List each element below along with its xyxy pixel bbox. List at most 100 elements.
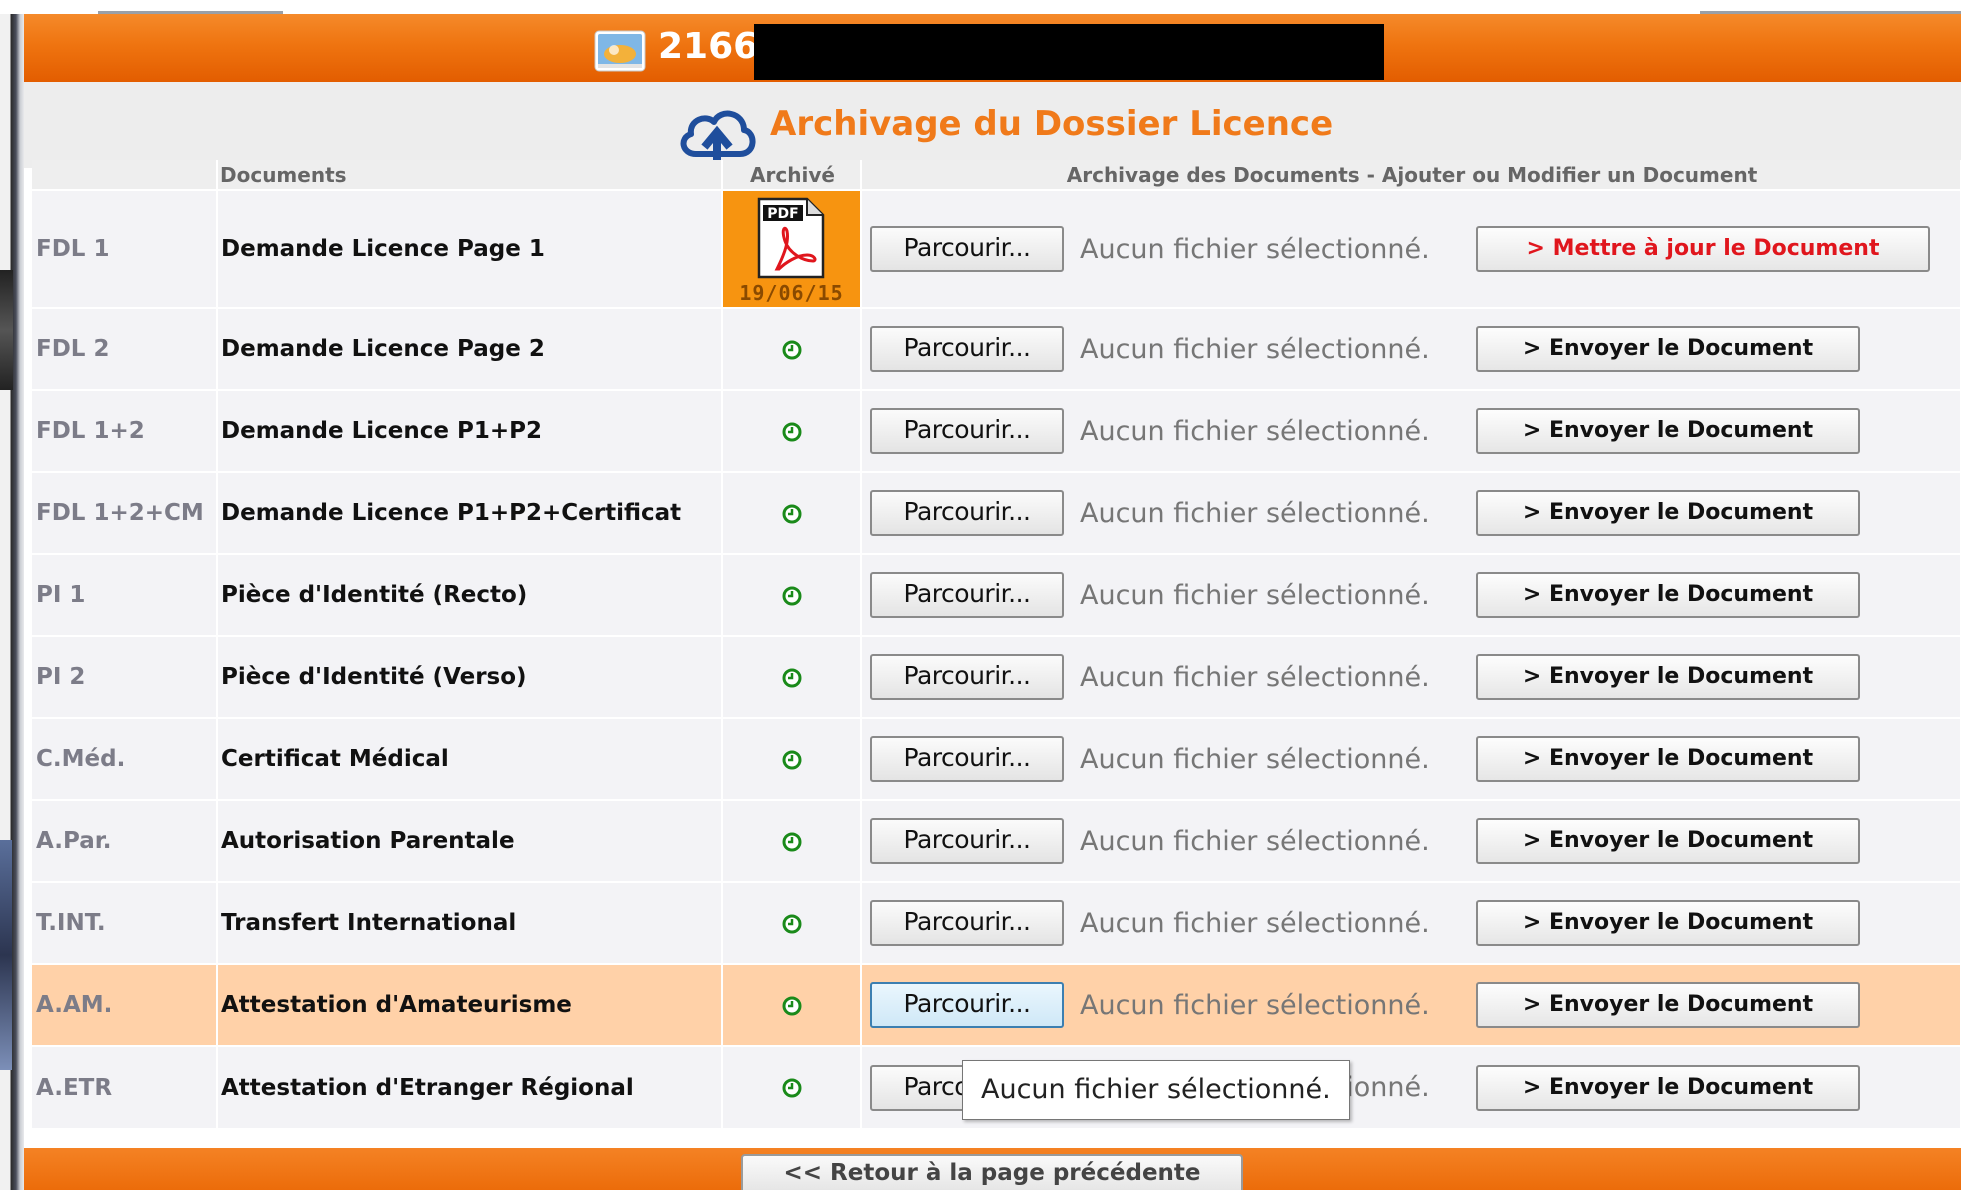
file-status: Aucun fichier sélectionné. (1080, 579, 1430, 611)
clock-icon (782, 422, 801, 441)
pending-cell (722, 717, 862, 800)
file-status: Aucun fichier sélectionné. (1080, 415, 1430, 447)
file-status: Aucun fichier sélectionné. (1080, 907, 1430, 939)
documents-table: Documents Archivé Archivage des Document… (32, 160, 1961, 1128)
archive-panel: 2166 Archivage du Dossier Licence Docume… (24, 14, 1961, 1190)
browse-button[interactable]: Parcourir... (870, 408, 1064, 454)
send-document-button[interactable]: > Envoyer le Document (1476, 572, 1860, 618)
upload-cell: Parcourir... Aucun fichier sélectionné. > … (861, 471, 1961, 554)
background-decoration (0, 270, 13, 390)
table-header-row: Documents Archivé Archivage des Document… (32, 160, 1961, 190)
upload-cell: Parcourir... Aucun fichier sélectionné. > … (861, 963, 1961, 1046)
pending-cell (722, 553, 862, 636)
browse-button[interactable]: Parcourir... (870, 226, 1064, 272)
upload-cell: Parcourir... Aucun fichier sélectionné. > … (861, 635, 1961, 718)
pending-cell (722, 799, 862, 882)
send-document-button[interactable]: > Envoyer le Document (1476, 654, 1860, 700)
send-document-button[interactable]: > Envoyer le Document (1476, 490, 1860, 536)
send-document-button[interactable]: > Envoyer le Document (1476, 818, 1860, 864)
upload-cell: Parcourir... Aucun fichier sélectionné. > … (861, 553, 1961, 636)
pending-cell (722, 1045, 862, 1128)
document-name: Autorisation Parentale (217, 799, 723, 882)
archive-date: 19/06/15 (739, 281, 844, 305)
browse-button[interactable]: Parcourir... (870, 982, 1064, 1028)
cloud-upload-icon (680, 110, 756, 162)
back-button[interactable]: << Retour à la page précédente (741, 1154, 1243, 1190)
svg-text:PDF: PDF (767, 206, 798, 222)
document-code: FDL 2 (32, 307, 218, 390)
upload-cell: Parcourir... Aucun fichier sélectionné. > … (861, 799, 1961, 882)
column-header-action: Archivage des Documents - Ajouter ou Mod… (861, 160, 1961, 190)
document-name: Pièce d'Identité (Verso) (217, 635, 723, 718)
document-name: Attestation d'Etranger Régional (217, 1045, 723, 1128)
document-code: FDL 1 (32, 189, 218, 308)
table-row: PI 2 Pièce d'Identité (Verso) Parcourir...… (32, 635, 1961, 718)
file-status: Aucun fichier sélectionné. (1080, 825, 1430, 857)
file-status: Aucun fichier sélectionné. (1080, 661, 1430, 693)
clock-icon (782, 832, 801, 851)
document-code: A.AM. (32, 963, 218, 1046)
document-code: PI 1 (32, 553, 218, 636)
pending-cell (722, 881, 862, 964)
table-row: FDL 1+2 Demande Licence P1+P2 Parcourir...… (32, 389, 1961, 472)
file-status: Aucun fichier sélectionné. (1080, 333, 1430, 365)
document-name: Demande Licence P1+P2 (217, 389, 723, 472)
page-top-strip (0, 0, 1961, 14)
browse-button[interactable]: Parcourir... (870, 572, 1064, 618)
table-row: FDL 1 Demande Licence Page 1 PDF 19/06/15 Pa… (32, 189, 1961, 308)
table-row: FDL 2 Demande Licence Page 2 Parcourir... A… (32, 307, 1961, 390)
send-document-button[interactable]: > Envoyer le Document (1476, 326, 1860, 372)
document-name: Attestation d'Amateurisme (217, 963, 723, 1046)
send-document-button[interactable]: > Envoyer le Document (1476, 982, 1860, 1028)
pdf-file-icon: PDF (757, 197, 825, 279)
browse-button[interactable]: Parcourir... (870, 736, 1064, 782)
browse-button[interactable]: Parcourir... (870, 818, 1064, 864)
pending-cell (722, 963, 862, 1046)
table-row: PI 1 Pièce d'Identité (Recto) Parcourir...… (32, 553, 1961, 636)
document-name: Transfert International (217, 881, 723, 964)
pending-cell (722, 635, 862, 718)
update-document-button[interactable]: > Mettre à jour le Document (1476, 226, 1930, 272)
clock-icon (782, 1078, 801, 1098)
column-header-documents: Documents (217, 160, 723, 190)
upload-cell: Parcourir... Aucun fichier sélectionné. > … (861, 717, 1961, 800)
table-row: A.AM. Attestation d'Amateurisme Parcourir.… (32, 963, 1961, 1046)
clock-icon (782, 668, 801, 687)
send-document-button[interactable]: > Envoyer le Document (1476, 900, 1860, 946)
page-title: Archivage du Dossier Licence (770, 104, 1334, 144)
file-status: Aucun fichier sélectionné. (1080, 989, 1430, 1021)
document-code: T.INT. (32, 881, 218, 964)
clock-icon (782, 996, 801, 1015)
id-card-icon (594, 30, 646, 72)
title-bar: Archivage du Dossier Licence (24, 82, 1961, 168)
clock-icon (782, 914, 801, 933)
license-header-bar: 2166 (24, 14, 1961, 82)
background-decoration (0, 840, 12, 1070)
pending-cell (722, 307, 862, 390)
send-document-button[interactable]: > Envoyer le Document (1476, 408, 1860, 454)
document-name: Certificat Médical (217, 717, 723, 800)
upload-cell: Parcourir... Aucun fichier sélectionné. > … (861, 307, 1961, 390)
clock-icon (782, 340, 801, 359)
upload-cell: Parcourir... Aucun fichier sélectionné. > … (861, 189, 1961, 308)
file-status: Aucun fichier sélectionné. (1080, 743, 1430, 775)
send-document-button[interactable]: > Envoyer le Document (1476, 1064, 1860, 1111)
archived-cell[interactable]: PDF 19/06/15 (722, 189, 862, 308)
document-code: A.ETR (32, 1045, 218, 1128)
column-header-archived: Archivé (722, 160, 862, 190)
document-code: FDL 1+2 (32, 389, 218, 472)
browse-button[interactable]: Parcourir... (870, 900, 1064, 946)
browse-button[interactable]: Parcourir... (870, 654, 1064, 700)
table-row: C.Méd. Certificat Médical Parcourir... Aucu… (32, 717, 1961, 800)
file-status: Aucun fichier sélectionné. (1080, 497, 1430, 529)
page-background-strip (0, 0, 24, 1190)
browse-button[interactable]: Parcourir... (870, 326, 1064, 372)
send-document-button[interactable]: > Envoyer le Document (1476, 736, 1860, 782)
file-status: Aucun fichier sélectionné. (1080, 233, 1430, 265)
file-input-tooltip: Aucun fichier sélectionné. (962, 1060, 1350, 1120)
browse-button[interactable]: Parcourir... (870, 490, 1064, 536)
upload-cell: Parcourir... Aucun fichier sélectionné. > … (861, 389, 1961, 472)
clock-icon (782, 504, 801, 523)
upload-cell: Parcourir... Aucun fichier sélectionné. > … (861, 881, 1961, 964)
pending-cell (722, 389, 862, 472)
